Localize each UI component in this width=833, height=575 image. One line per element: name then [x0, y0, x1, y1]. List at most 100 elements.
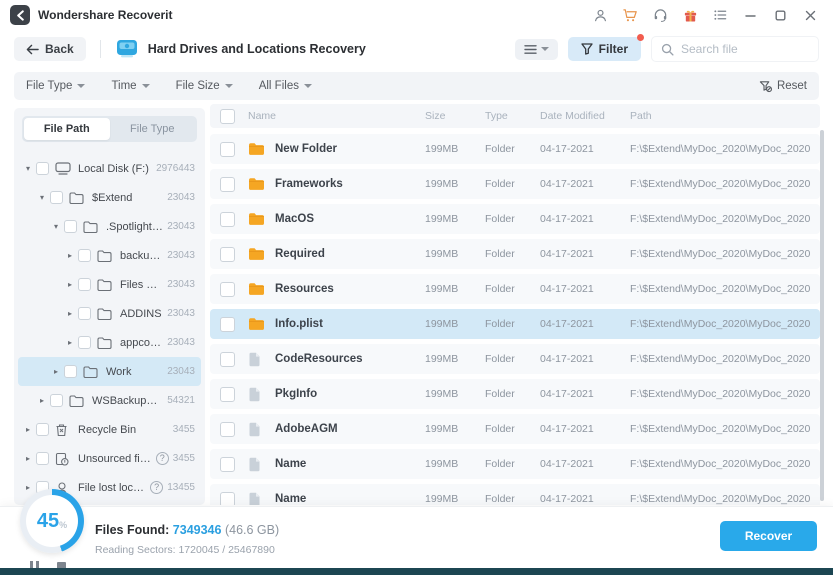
filter-bar: File Type Time File Size All Files Reset: [14, 72, 819, 100]
progress-percent: 45: [37, 510, 59, 533]
tree-checkbox[interactable]: [50, 394, 63, 407]
tree-checkbox[interactable]: [78, 336, 91, 349]
caret-collapsed-icon[interactable]: ▸: [64, 309, 76, 318]
minimize-icon[interactable]: [737, 4, 763, 26]
select-all-checkbox[interactable]: [220, 109, 235, 124]
tree-item-spotlight-v10000[interactable]: ▾.Spotlight-V10000...23043: [18, 212, 201, 241]
filter-dropdown-file-size[interactable]: File Size: [176, 80, 233, 92]
caret-expanded-icon[interactable]: ▾: [50, 222, 62, 231]
table-row[interactable]: Frameworks199MBFolder04-17-2021F:\$Exten…: [210, 169, 820, 199]
table-row[interactable]: Required199MBFolder04-17-2021F:\$Extend\…: [210, 239, 820, 269]
gift-icon[interactable]: [677, 4, 703, 26]
table-row[interactable]: PkgInfo199MBFolder04-17-2021F:\$Extend\M…: [210, 379, 820, 409]
tree-item-local-disk-f[interactable]: ▾Local Disk (F:)2976443: [18, 154, 201, 183]
caret-collapsed-icon[interactable]: ▸: [22, 483, 34, 492]
filter-dropdown-all-files[interactable]: All Files: [259, 80, 312, 92]
tree-checkbox[interactable]: [36, 162, 49, 175]
row-checkbox[interactable]: [220, 387, 235, 402]
tree-checkbox[interactable]: [36, 423, 49, 436]
recover-button[interactable]: Recover: [720, 521, 817, 551]
back-arrow-icon: [26, 44, 39, 55]
table-row[interactable]: Info.plist199MBFolder04-17-2021F:\$Exten…: [210, 309, 820, 339]
help-icon[interactable]: ?: [156, 452, 169, 465]
folder-icon: [97, 335, 114, 350]
caret-collapsed-icon[interactable]: ▸: [64, 251, 76, 260]
filter-button[interactable]: Filter: [568, 37, 641, 61]
row-checkbox[interactable]: [220, 492, 235, 506]
row-size: 199MB: [425, 493, 485, 505]
column-header-type[interactable]: Type: [485, 110, 540, 122]
tree-item-extend[interactable]: ▾$Extend23043: [18, 183, 201, 212]
hard-drive-icon: [115, 39, 139, 59]
tree-checkbox[interactable]: [78, 249, 91, 262]
tree-item-appcompat[interactable]: ▸appcompat23043: [18, 328, 201, 357]
row-checkbox[interactable]: [220, 282, 235, 297]
row-checkbox[interactable]: [220, 177, 235, 192]
folder-icon: [248, 316, 266, 332]
column-header-date[interactable]: Date Modified: [540, 110, 630, 122]
back-label: Back: [45, 42, 74, 56]
account-icon[interactable]: [587, 4, 613, 26]
column-header-path[interactable]: Path: [630, 110, 810, 122]
sidebar-tab-file-type[interactable]: File Type: [110, 118, 196, 140]
tree-item-recycle-bin[interactable]: ▸Recycle Bin3455: [18, 415, 201, 444]
column-header-size[interactable]: Size: [425, 110, 485, 122]
search-box[interactable]: [651, 36, 819, 62]
filter-dropdown-file-type[interactable]: File Type: [26, 80, 85, 92]
caret-expanded-icon[interactable]: ▾: [36, 193, 48, 202]
caret-collapsed-icon[interactable]: ▸: [50, 367, 62, 376]
caret-collapsed-icon[interactable]: ▸: [36, 396, 48, 405]
tree-item-unsourced-files[interactable]: ▸Unsourced files?3455: [18, 444, 201, 473]
row-checkbox[interactable]: [220, 352, 235, 367]
row-checkbox[interactable]: [220, 142, 235, 157]
tree-checkbox[interactable]: [64, 365, 77, 378]
caret-expanded-icon[interactable]: ▾: [22, 164, 34, 173]
caret-collapsed-icon[interactable]: ▸: [22, 425, 34, 434]
tree-item-count: 13455: [167, 482, 195, 493]
table-row[interactable]: AdobeAGM199MBFolder04-17-2021F:\$Extend\…: [210, 414, 820, 444]
tree-item-backupdata[interactable]: ▸backupdata23043: [18, 241, 201, 270]
tree-checkbox[interactable]: [64, 220, 77, 233]
search-input[interactable]: [681, 42, 801, 56]
row-checkbox[interactable]: [220, 317, 235, 332]
sidebar-tab-file-path[interactable]: File Path: [24, 118, 110, 140]
close-icon[interactable]: [797, 4, 823, 26]
tree-checkbox[interactable]: [50, 191, 63, 204]
tree-item-work[interactable]: ▸Work23043: [18, 357, 201, 386]
reset-filter-button[interactable]: Reset: [759, 80, 807, 93]
cart-icon[interactable]: [617, 4, 643, 26]
tree-checkbox[interactable]: [36, 452, 49, 465]
table-scrollbar[interactable]: [820, 130, 824, 501]
support-headset-icon[interactable]: [647, 4, 673, 26]
tree-item-label: Recycle Bin: [78, 424, 169, 436]
table-row[interactable]: MacOS199MBFolder04-17-2021F:\$Extend\MyD…: [210, 204, 820, 234]
caret-collapsed-icon[interactable]: ▸: [64, 280, 76, 289]
help-icon[interactable]: ?: [150, 481, 163, 494]
column-header-name[interactable]: Name: [248, 110, 425, 122]
tree-checkbox[interactable]: [78, 307, 91, 320]
filter-dropdown-time[interactable]: Time: [111, 80, 149, 92]
titlebar-actions: [587, 4, 823, 26]
row-checkbox[interactable]: [220, 422, 235, 437]
maximize-icon[interactable]: [767, 4, 793, 26]
table-row[interactable]: New Folder199MBFolder04-17-2021F:\$Exten…: [210, 134, 820, 164]
tree-checkbox[interactable]: [78, 278, 91, 291]
table-row[interactable]: CodeResources199MBFolder04-17-2021F:\$Ex…: [210, 344, 820, 374]
row-checkbox[interactable]: [220, 247, 235, 262]
view-options-button[interactable]: [515, 39, 558, 60]
row-size: 199MB: [425, 213, 485, 225]
tree-item-addins[interactable]: ▸ADDINS23043: [18, 299, 201, 328]
caret-collapsed-icon[interactable]: ▸: [22, 454, 34, 463]
table-row[interactable]: Name199MBFolder04-17-2021F:\$Extend\MyDo…: [210, 484, 820, 505]
folder-icon: [69, 190, 86, 205]
tree-item-wsbackupdata[interactable]: ▸WSBackupData54321: [18, 386, 201, 415]
row-checkbox[interactable]: [220, 212, 235, 227]
table-row[interactable]: Resources199MBFolder04-17-2021F:\$Extend…: [210, 274, 820, 304]
folder-icon: [69, 393, 86, 408]
tree-item-files-lost-origi[interactable]: ▸Files Lost Origi...23043: [18, 270, 201, 299]
task-list-icon[interactable]: [707, 4, 733, 26]
back-button[interactable]: Back: [14, 37, 86, 61]
table-row[interactable]: Name199MBFolder04-17-2021F:\$Extend\MyDo…: [210, 449, 820, 479]
row-checkbox[interactable]: [220, 457, 235, 472]
caret-collapsed-icon[interactable]: ▸: [64, 338, 76, 347]
